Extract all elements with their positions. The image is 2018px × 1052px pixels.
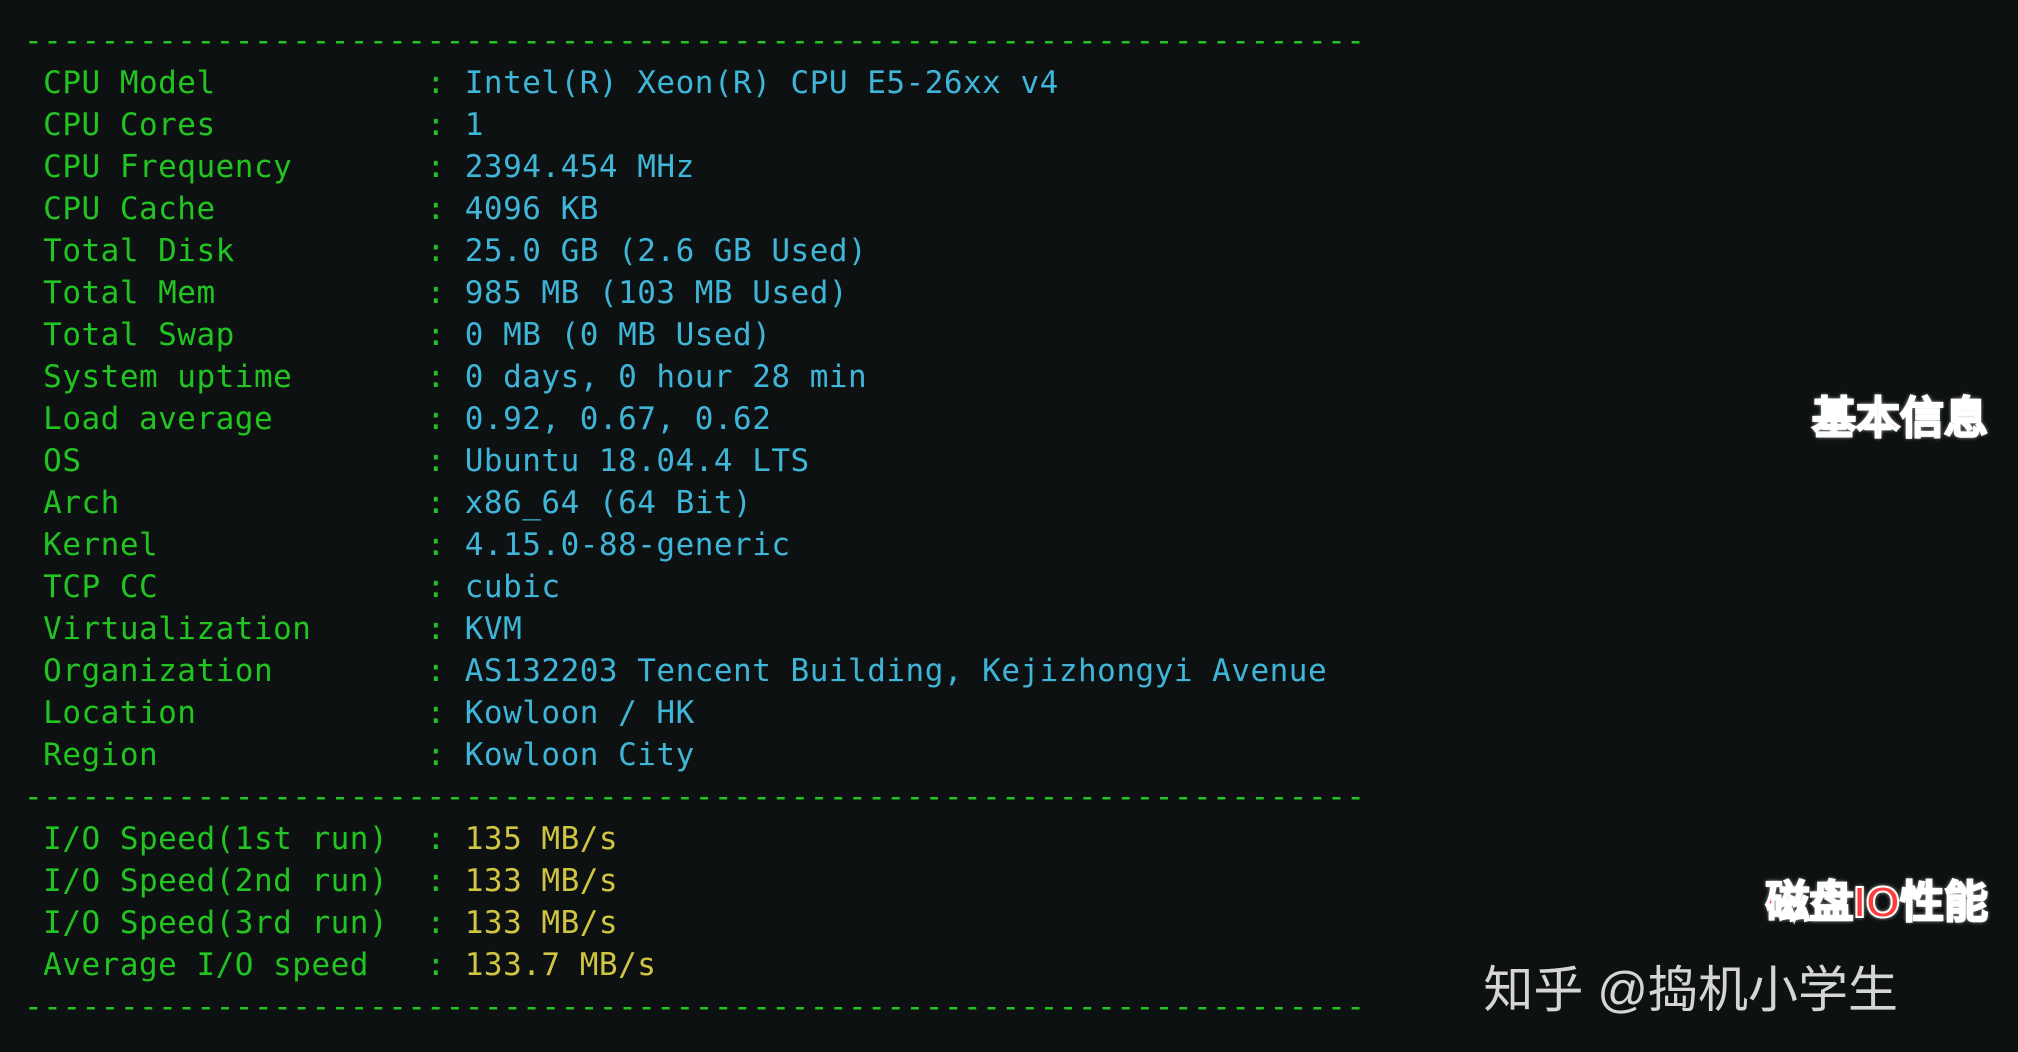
colon-separator: : — [426, 191, 464, 227]
annotation-basic-info: 基本信息 — [1812, 382, 1988, 446]
info_rows-label: Total Disk — [24, 233, 426, 269]
colon-separator: : — [426, 947, 464, 983]
colon-separator: : — [426, 233, 464, 269]
colon-separator: : — [426, 317, 464, 353]
io_rows-label: Average I/O speed — [24, 947, 426, 983]
colon-separator: : — [426, 863, 464, 899]
io_rows-value: 133.7 MB/s — [465, 947, 657, 983]
colon-separator: : — [426, 695, 464, 731]
info_rows-value: x86_64 (64 Bit) — [465, 485, 752, 521]
info_rows-value: 2394.454 MHz — [465, 149, 695, 185]
info_rows-label: Arch — [24, 485, 426, 521]
info_rows-row: Organization : AS132203 Tencent Building… — [24, 650, 2018, 692]
info_rows-row: Region : Kowloon City — [24, 734, 2018, 776]
watermark-text: 知乎 @捣机小学生 — [1483, 950, 1898, 1022]
info_rows-row: Load average : 0.92, 0.67, 0.62 — [24, 398, 2018, 440]
info_rows-value: 0.92, 0.67, 0.62 — [465, 401, 772, 437]
info_rows-label: CPU Cache — [24, 191, 426, 227]
colon-separator: : — [426, 485, 464, 521]
info_rows-label: OS — [24, 443, 426, 479]
info_rows-value: cubic — [465, 569, 561, 605]
info_rows-value: 1 — [465, 107, 484, 143]
colon-separator: : — [426, 65, 464, 101]
io_rows-row: I/O Speed(1st run) : 135 MB/s — [24, 818, 2018, 860]
colon-separator: : — [426, 149, 464, 185]
annotation-disk-io: 磁盘IO性能 — [1766, 866, 1988, 930]
colon-separator: : — [426, 527, 464, 563]
info_rows-label: TCP CC — [24, 569, 426, 605]
info_rows-value: Ubuntu 18.04.4 LTS — [465, 443, 810, 479]
info_rows-row: CPU Frequency : 2394.454 MHz — [24, 146, 2018, 188]
colon-separator: : — [426, 821, 464, 857]
info_rows-value: KVM — [465, 611, 523, 647]
info_rows-value: 0 MB (0 MB Used) — [465, 317, 772, 353]
info_rows-row: Arch : x86_64 (64 Bit) — [24, 482, 2018, 524]
info_rows-label: Region — [24, 737, 426, 773]
info_rows-value: 0 days, 0 hour 28 min — [465, 359, 867, 395]
io_rows-value: 133 MB/s — [465, 863, 618, 899]
info_rows-row: Total Disk : 25.0 GB (2.6 GB Used) — [24, 230, 2018, 272]
info_rows-value: 4.15.0-88-generic — [465, 527, 791, 563]
colon-separator: : — [426, 443, 464, 479]
info_rows-value: Intel(R) Xeon(R) CPU E5-26xx v4 — [465, 65, 1059, 101]
info_rows-row: Kernel : 4.15.0-88-generic — [24, 524, 2018, 566]
info_rows-label: CPU Frequency — [24, 149, 426, 185]
colon-separator: : — [426, 611, 464, 647]
colon-separator: : — [426, 359, 464, 395]
info_rows-row: Location : Kowloon / HK — [24, 692, 2018, 734]
io_rows-label: I/O Speed(3rd run) — [24, 905, 426, 941]
io_rows-label: I/O Speed(2nd run) — [24, 863, 426, 899]
io_rows-row: I/O Speed(2nd run) : 133 MB/s — [24, 860, 2018, 902]
info_rows-value: 985 MB (103 MB Used) — [465, 275, 848, 311]
info_rows-row: Virtualization : KVM — [24, 608, 2018, 650]
colon-separator: : — [426, 737, 464, 773]
io_rows-value: 133 MB/s — [465, 905, 618, 941]
system-info-block: CPU Model : Intel(R) Xeon(R) CPU E5-26xx… — [24, 62, 2018, 776]
info_rows-row: CPU Cache : 4096 KB — [24, 188, 2018, 230]
info_rows-label: System uptime — [24, 359, 426, 395]
info_rows-label: Location — [24, 695, 426, 731]
info_rows-label: Kernel — [24, 527, 426, 563]
info_rows-row: Total Swap : 0 MB (0 MB Used) — [24, 314, 2018, 356]
terminal-output: ----------------------------------------… — [0, 0, 2018, 1052]
info_rows-row: TCP CC : cubic — [24, 566, 2018, 608]
info_rows-value: Kowloon City — [465, 737, 695, 773]
info_rows-label: CPU Model — [24, 65, 426, 101]
colon-separator: : — [426, 275, 464, 311]
info_rows-row: CPU Model : Intel(R) Xeon(R) CPU E5-26xx… — [24, 62, 2018, 104]
colon-separator: : — [426, 653, 464, 689]
info_rows-value: Kowloon / HK — [465, 695, 695, 731]
divider-top: ----------------------------------------… — [24, 20, 2018, 62]
info_rows-label: CPU Cores — [24, 107, 426, 143]
io_rows-row: I/O Speed(3rd run) : 133 MB/s — [24, 902, 2018, 944]
colon-separator: : — [426, 107, 464, 143]
info_rows-label: Total Swap — [24, 317, 426, 353]
info_rows-value: 25.0 GB (2.6 GB Used) — [465, 233, 867, 269]
colon-separator: : — [426, 905, 464, 941]
colon-separator: : — [426, 569, 464, 605]
info_rows-value: 4096 KB — [465, 191, 599, 227]
info_rows-label: Load average — [24, 401, 426, 437]
info_rows-value: AS132203 Tencent Building, Kejizhongyi A… — [465, 653, 1327, 689]
info_rows-label: Total Mem — [24, 275, 426, 311]
info_rows-label: Virtualization — [24, 611, 426, 647]
colon-separator: : — [426, 401, 464, 437]
info_rows-row: CPU Cores : 1 — [24, 104, 2018, 146]
info_rows-row: Total Mem : 985 MB (103 MB Used) — [24, 272, 2018, 314]
divider-mid: ----------------------------------------… — [24, 776, 2018, 818]
io_rows-value: 135 MB/s — [465, 821, 618, 857]
info_rows-label: Organization — [24, 653, 426, 689]
info_rows-row: System uptime : 0 days, 0 hour 28 min — [24, 356, 2018, 398]
info_rows-row: OS : Ubuntu 18.04.4 LTS — [24, 440, 2018, 482]
io_rows-label: I/O Speed(1st run) — [24, 821, 426, 857]
